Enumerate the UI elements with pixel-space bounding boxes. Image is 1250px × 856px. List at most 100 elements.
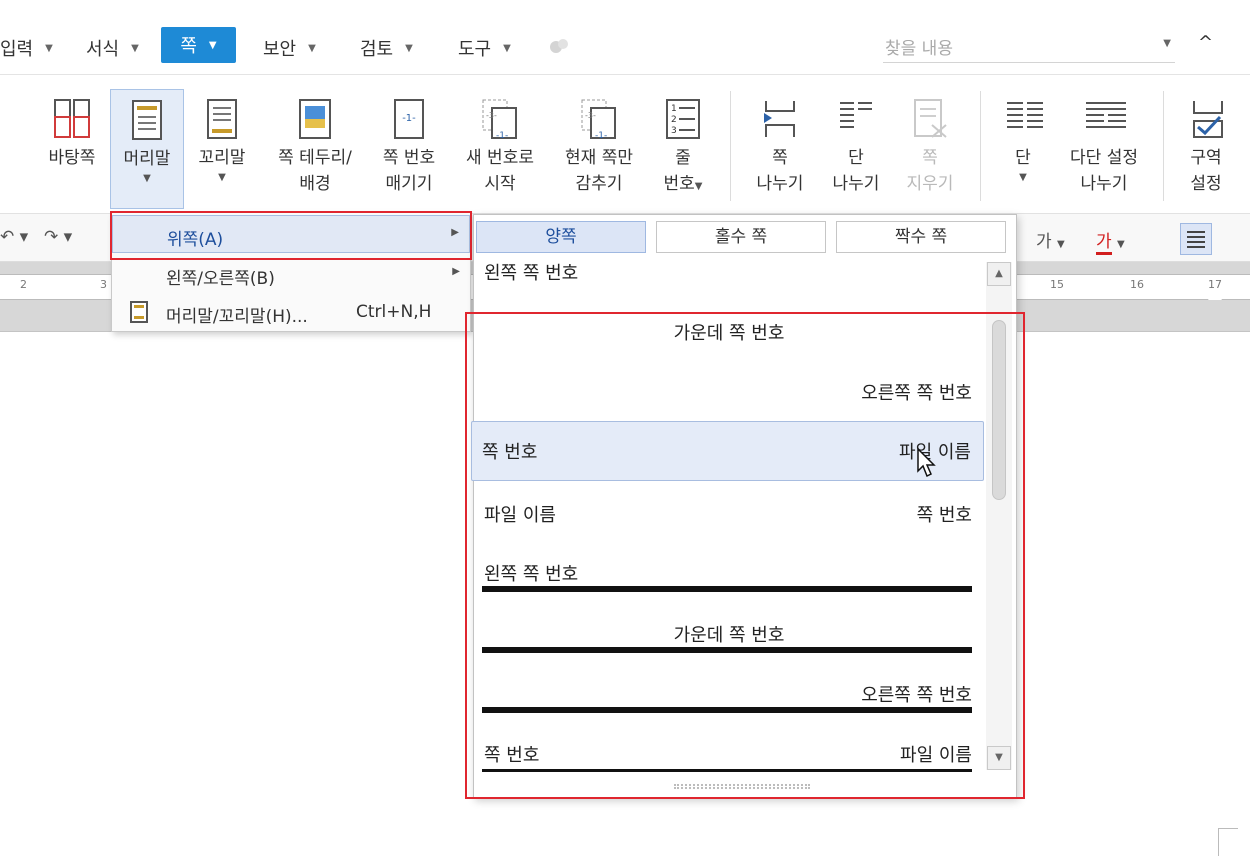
line-number-icon: 123 xyxy=(665,99,701,139)
undo-icon[interactable]: ↶ ▾ xyxy=(0,227,28,247)
page-border-label-1: 쪽 테두리/ xyxy=(278,148,352,168)
separator xyxy=(1163,91,1164,201)
menu-item-header-footer-dialog[interactable]: 머리말/꼬리말(H)... Ctrl+N,H xyxy=(112,293,470,331)
header-icon xyxy=(129,100,165,140)
gallery-item-left-text: 왼쪽 쪽 번호 xyxy=(484,263,579,284)
footer-button[interactable]: 꼬리말 ▼ xyxy=(190,85,254,205)
section-button[interactable]: 구역 설정 xyxy=(1176,85,1236,205)
char-shape-button[interactable]: 가 ▼ xyxy=(1036,227,1065,252)
chevron-down-icon: ▼ xyxy=(45,42,53,54)
multi-column-label-1: 다단 설정 xyxy=(1070,148,1138,168)
chevron-down-icon: ▼ xyxy=(1057,239,1065,250)
columns-label: 단 xyxy=(1015,148,1031,168)
new-number-icon: -3- -1- xyxy=(482,99,518,141)
page-border-icon xyxy=(297,99,333,139)
page-number-button[interactable]: -1- 쪽 번호 매기기 xyxy=(372,85,446,205)
page-number-label-2: 매기기 xyxy=(385,174,433,194)
menu-format-label: 서식 xyxy=(86,39,120,60)
svg-text:2: 2 xyxy=(671,115,677,125)
page-number-icon: -1- xyxy=(391,99,427,139)
chevron-down-icon: ▼ xyxy=(1117,239,1125,250)
ribbon: 바탕쪽 머리말 ▼ 꼬리말 ▼ 쪽 테두리/ 배경 -1- 쪽 번호 매기기 -… xyxy=(0,74,1250,214)
column-break-button[interactable]: 단 나누기 xyxy=(824,85,888,205)
menu-page[interactable]: 쪽 ▼ xyxy=(161,27,236,63)
indent-marker-icon[interactable] xyxy=(1208,290,1222,300)
separator xyxy=(980,91,981,201)
ruler-number: 3 xyxy=(100,278,107,291)
page-delete-icon xyxy=(912,99,948,139)
chevron-down-icon: ▼ xyxy=(1019,172,1027,183)
master-page-button[interactable]: 바탕쪽 xyxy=(40,85,104,205)
section-label-2: 설정 xyxy=(1190,174,1222,194)
chevron-down-icon: ▼ xyxy=(131,42,139,54)
menu-bar: 입력 ▼ 서식 ▼ 쪽 ▼ 보안 ▼ 검토 ▼ 도구 ▼ 찾을 내용 ▼ ^ xyxy=(0,18,1250,74)
column-break-label-2: 나누기 xyxy=(832,174,880,194)
multi-column-button[interactable]: 다단 설정 나누기 xyxy=(1058,85,1150,205)
columns-button[interactable]: 단 ▼ xyxy=(996,85,1050,205)
columns-icon xyxy=(1005,99,1043,139)
line-number-label-2-row: 번호▼ xyxy=(654,171,712,197)
section-icon xyxy=(1188,99,1224,139)
collapse-ribbon-icon[interactable]: ^ xyxy=(1198,32,1213,53)
footer-label: 꼬리말 xyxy=(198,148,246,168)
scroll-up-icon[interactable]: ▲ xyxy=(987,262,1011,286)
redo-icon[interactable]: ↷ ▾ xyxy=(44,227,72,247)
paragraph-align-icon[interactable] xyxy=(1180,223,1212,255)
highlight-box-gallery xyxy=(465,312,1025,799)
menu-page-label: 쪽 xyxy=(180,36,197,57)
tab-odd-pages[interactable]: 홀수 쪽 xyxy=(656,221,826,253)
title-fragment xyxy=(160,0,320,6)
section-label-1: 구역 xyxy=(1190,148,1222,168)
chevron-down-icon[interactable]: ▼ xyxy=(1163,38,1171,49)
menu-input[interactable]: 입력 ▼ xyxy=(0,35,53,61)
menu-tools[interactable]: 도구 ▼ xyxy=(458,35,511,61)
shortcut-text: Ctrl+N,H xyxy=(356,302,432,322)
page-break-icon xyxy=(762,99,798,139)
column-break-label-1: 단 xyxy=(848,148,864,168)
menu-item-header-footer-label: 머리말/꼬리말(H)... xyxy=(166,307,308,327)
menu-security[interactable]: 보안 ▼ xyxy=(263,35,316,61)
chevron-down-icon: ▼ xyxy=(503,42,511,54)
menu-security-label: 보안 xyxy=(263,39,297,60)
line-number-label-1: 줄 xyxy=(675,148,691,168)
search-input[interactable]: 찾을 내용 ▼ xyxy=(883,31,1175,63)
page-border-button[interactable]: 쪽 테두리/ 배경 xyxy=(268,85,362,205)
gallery-item[interactable]: 왼쪽 쪽 번호 xyxy=(474,259,984,289)
page-break-button[interactable]: 쪽 나누기 xyxy=(748,85,812,205)
line-number-button[interactable]: 123 줄 번호▼ xyxy=(654,85,712,205)
font-color-button[interactable]: 가 ▼ xyxy=(1096,227,1125,255)
new-number-button[interactable]: -3- -1- 새 번호로 시작 xyxy=(455,85,545,205)
hide-current-label-2: 감추기 xyxy=(575,174,623,194)
tab-both-sides[interactable]: 양쪽 xyxy=(476,221,646,253)
multi-column-label-2: 나누기 xyxy=(1080,174,1128,194)
tab-even-pages[interactable]: 짝수 쪽 xyxy=(836,221,1006,253)
header-button[interactable]: 머리말 ▼ xyxy=(110,89,184,209)
page-break-label-2: 나누기 xyxy=(756,174,804,194)
search-placeholder: 찾을 내용 xyxy=(885,39,953,59)
help-icon[interactable] xyxy=(548,38,570,56)
multi-column-icon xyxy=(1086,99,1126,139)
ruler-number: 15 xyxy=(1050,278,1064,291)
menu-item-left-right-label: 왼쪽/오른쪽(B) xyxy=(166,269,275,289)
column-break-icon xyxy=(838,99,874,139)
page-number-label-1: 쪽 번호 xyxy=(382,148,436,168)
menu-item-left-right[interactable]: 왼쪽/오른쪽(B) ▶ xyxy=(112,255,470,293)
menu-review-label: 검토 xyxy=(360,39,394,60)
page-break-label-1: 쪽 xyxy=(772,148,788,168)
menu-review[interactable]: 검토 ▼ xyxy=(360,35,413,61)
font-color-label: 가 xyxy=(1096,232,1112,255)
menu-format[interactable]: 서식 ▼ xyxy=(86,35,139,61)
ruler-number: 16 xyxy=(1130,278,1144,291)
hide-current-button[interactable]: -3- -1- 현재 쪽만 감추기 xyxy=(554,85,644,205)
page-delete-label-1: 쪽 xyxy=(922,148,938,168)
char-shape-label: 가 xyxy=(1036,232,1052,252)
page-delete-label-2: 지우기 xyxy=(906,174,954,194)
chevron-down-icon: ▼ xyxy=(308,42,316,54)
menu-tools-label: 도구 xyxy=(458,39,492,60)
separator xyxy=(730,91,731,201)
chevron-down-icon: ▼ xyxy=(208,39,217,51)
chevron-right-icon: ▶ xyxy=(452,266,460,277)
menu-input-label: 입력 xyxy=(0,39,34,60)
page-delete-button: 쪽 지우기 xyxy=(898,85,962,205)
ruler-number: 2 xyxy=(20,278,27,291)
